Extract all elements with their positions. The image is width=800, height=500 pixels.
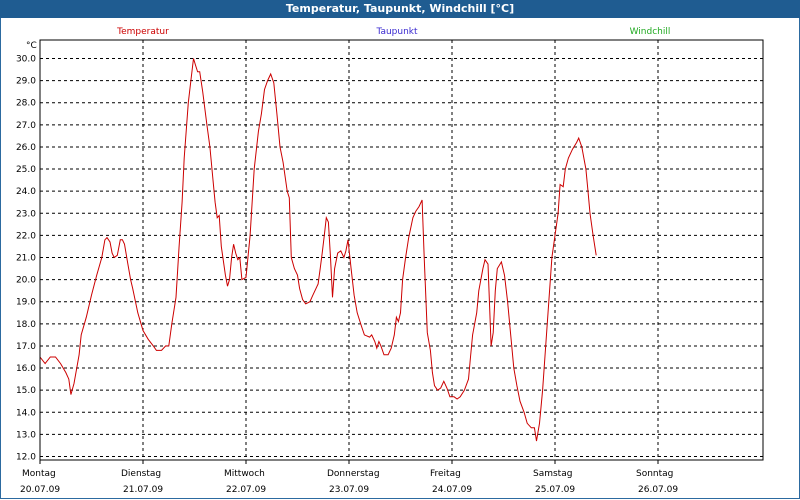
x-tick-day: Dienstag — [121, 469, 161, 479]
x-tick-date: 21.07.09 — [123, 485, 163, 495]
x-tick-day: Donnerstag — [327, 469, 380, 479]
y-tick-label: 27.0 — [16, 121, 36, 131]
y-tick-label: 17.0 — [16, 342, 36, 352]
y-axis-unit-label: °C — [26, 41, 37, 51]
y-tick-label: 26.0 — [16, 143, 36, 153]
y-tick-label: 19.0 — [16, 298, 36, 308]
y-tick-label: 25.0 — [16, 165, 36, 175]
y-tick-label: 28.0 — [16, 99, 36, 109]
y-tick-label: 15.0 — [16, 386, 36, 396]
y-tick-label: 24.0 — [16, 187, 36, 197]
y-tick-label: 18.0 — [16, 320, 36, 330]
y-tick-label: 21.0 — [16, 254, 36, 264]
x-tick-day: Mittwoch — [224, 469, 265, 479]
y-tick-label: 22.0 — [16, 231, 36, 241]
x-tick-day: Samstag — [533, 469, 572, 479]
x-tick-date: 25.07.09 — [535, 485, 575, 495]
line-chart: 30.0 29.0 28.0 27.0 26.0 25.0 24.0 23.0 22.0 21.0… — [16, 27, 764, 495]
y-tick-label: 16.0 — [16, 364, 36, 374]
y-tick-label: 20.0 — [16, 276, 36, 286]
legend-item-temperatur: Temperatur — [116, 27, 169, 37]
legend-item-windchill: Windchill — [630, 27, 671, 37]
x-tick-day: Montag — [22, 469, 56, 479]
y-tick-label: 29.0 — [16, 77, 36, 87]
y-tick-label: 13.0 — [16, 430, 36, 440]
y-tick-label: 23.0 — [16, 209, 36, 219]
y-axis-ticks: 30.0 29.0 28.0 27.0 26.0 25.0 24.0 23.0 22.0 21.0… — [16, 55, 36, 463]
x-tick-date: 23.07.09 — [329, 485, 369, 495]
x-tick-date: 20.07.09 — [20, 485, 60, 495]
x-tick-day: Sonntag — [636, 469, 673, 479]
x-tick-date: 26.07.09 — [638, 485, 678, 495]
y-tick-label: 14.0 — [16, 408, 36, 418]
grid-lines — [40, 40, 763, 460]
x-axis-ticks: Montag 20.07.09 Dienstag 21.07.09 Mittwoch 22… — [20, 460, 678, 495]
series-line-temperatur — [39, 58, 597, 442]
y-tick-label: 12.0 — [16, 453, 36, 463]
x-tick-date: 22.07.09 — [226, 485, 266, 495]
y-tick-label: 30.0 — [16, 55, 36, 65]
legend-item-taupunkt: Taupunkt — [375, 27, 418, 37]
series-lines — [39, 58, 597, 442]
x-tick-date: 24.07.09 — [432, 485, 472, 495]
legend: Temperatur Taupunkt Windchill — [116, 27, 670, 37]
x-tick-day: Freitag — [430, 469, 461, 479]
